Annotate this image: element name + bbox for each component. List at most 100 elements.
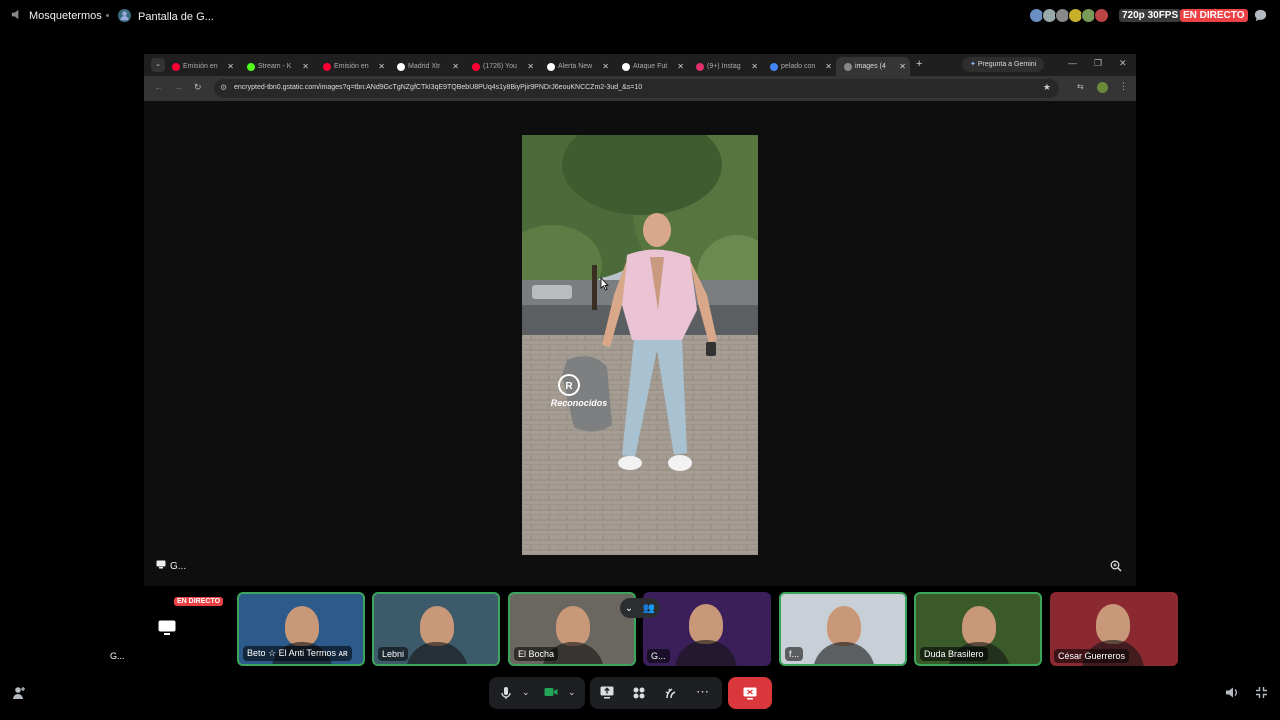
participant-body <box>813 642 875 664</box>
tab-close-icon[interactable]: ✕ <box>378 62 385 71</box>
tab-label: (9+) Instag <box>707 63 741 70</box>
browser-tab[interactable]: images (4 ✕ <box>836 57 910 76</box>
participant-tile[interactable]: f... <box>779 592 907 666</box>
close-window-icon[interactable]: ✕ <box>1119 58 1127 69</box>
tab-label: Stream - K <box>258 63 292 70</box>
tab-close-icon[interactable]: ✕ <box>899 62 906 71</box>
microphone-icon[interactable] <box>500 686 512 703</box>
forward-icon[interactable]: → <box>174 82 183 92</box>
back-icon[interactable]: ← <box>154 82 163 92</box>
participant-tile[interactable]: César Guerreros <box>1050 592 1178 666</box>
restore-icon[interactable]: ❐ <box>1094 58 1102 69</box>
participant-name: Beto ☆ El Anti Termos ᴀʀ <box>243 646 352 661</box>
separator-dot <box>106 14 109 17</box>
tab-favicon-icon <box>247 62 255 71</box>
tab-close-icon[interactable]: ✕ <box>825 62 832 71</box>
exit-fullscreen-icon[interactable] <box>1255 686 1268 704</box>
tab-close-icon[interactable]: ✕ <box>302 62 309 71</box>
soundboard-icon[interactable] <box>664 686 678 703</box>
participant-body <box>675 640 737 666</box>
zoom-icon[interactable] <box>1110 560 1122 575</box>
quality-badge: 720p 30FPS <box>1119 9 1182 22</box>
user-group-icon[interactable]: 👥 <box>643 603 655 614</box>
url-text: encrypted-tbn0.gstatic.com/images?q=tbn:… <box>234 84 643 91</box>
tab-label: Madrid Xtr <box>408 63 441 70</box>
screen-share-title[interactable]: Pantalla de G... <box>117 8 214 26</box>
address-bar[interactable]: ⚙ encrypted-tbn0.gstatic.com/images?q=tb… <box>214 79 1059 98</box>
activities-icon[interactable] <box>632 686 646 703</box>
stream-owner-tag: G... <box>156 560 186 572</box>
tab-label: pelado con <box>781 63 816 70</box>
browser-tab[interactable]: (1726) You ✕ <box>464 57 538 76</box>
bookmark-star-icon[interactable]: ★ <box>1043 82 1051 93</box>
participant-tile[interactable]: El Bocha <box>508 592 636 666</box>
tab-favicon-icon <box>472 62 480 71</box>
menu-icon[interactable]: ⋮ <box>1119 81 1128 92</box>
reload-icon[interactable]: ↻ <box>194 82 202 93</box>
screen-share-label: Pantalla de G... <box>138 11 214 23</box>
profile-avatar[interactable] <box>1097 82 1108 93</box>
tile-options-overlay[interactable]: ⌄ 👥 <box>620 598 660 618</box>
browser-tab[interactable]: Stream - K ✕ <box>239 57 313 76</box>
minimize-icon[interactable]: — <box>1068 58 1077 68</box>
invite-icon[interactable] <box>12 686 26 705</box>
participant-name: El Bocha <box>514 647 559 661</box>
more-options-icon[interactable]: ⋯ <box>696 684 709 700</box>
participant-name: G... <box>647 649 670 663</box>
participant-tile[interactable]: G... <box>643 592 771 666</box>
disconnect-button[interactable] <box>728 677 772 709</box>
browser-toolbar: ← → ↻ ⚙ encrypted-tbn0.gstatic.com/image… <box>144 76 1136 101</box>
new-tab-button[interactable]: + <box>916 58 922 70</box>
tab-favicon-icon <box>323 62 331 71</box>
tab-label: images (4 <box>855 63 886 70</box>
camera-options-chevron-icon[interactable]: ⌄ <box>568 687 576 698</box>
browser-tab[interactable]: Ataque Fut ✕ <box>614 57 688 76</box>
camera-icon[interactable] <box>544 686 558 701</box>
tab-close-icon[interactable]: ✕ <box>751 62 758 71</box>
participant-name: Lebni <box>378 647 409 661</box>
participant-face <box>556 606 590 646</box>
svg-text:R: R <box>565 381 573 392</box>
tab-favicon-icon <box>547 62 555 71</box>
participant-tile[interactable]: EN DIRECTO G... <box>102 592 230 666</box>
tab-close-icon[interactable]: ✕ <box>677 62 684 71</box>
participant-tile[interactable]: Beto ☆ El Anti Termos ᴀʀ <box>237 592 365 666</box>
browser-tab[interactable]: Madrid Xtr ✕ <box>389 57 463 76</box>
browser-tab-strip: ⌄ Emisión en ✕ Stream - K ✕ Emisión en ✕ Madri… <box>144 54 1136 76</box>
tab-close-icon[interactable]: ✕ <box>227 62 234 71</box>
participant-tile[interactable]: Lebni <box>372 592 500 666</box>
tab-search-icon[interactable]: ⌄ <box>151 58 165 72</box>
live-badge: EN DIRECTO <box>1180 9 1248 22</box>
voice-channel-title[interactable]: Mosquetermos <box>10 8 102 24</box>
tab-favicon-icon <box>696 62 704 71</box>
tab-close-icon[interactable]: ✕ <box>527 62 534 71</box>
screen-share-icon[interactable] <box>600 686 614 702</box>
browser-tab[interactable]: (9+) Instag ✕ <box>688 57 762 76</box>
displayed-image: R Reconocidos <box>522 135 758 555</box>
screen-icon <box>158 620 176 641</box>
tab-label: Ataque Fut <box>633 63 668 70</box>
participant-tile[interactable]: Duda Brasilero <box>914 592 1042 666</box>
tab-label: Alerta New <box>558 63 593 70</box>
participant-name: G... <box>106 649 129 663</box>
tab-close-icon[interactable]: ✕ <box>452 62 459 71</box>
chevron-down-icon[interactable]: ⌄ <box>625 603 633 614</box>
extensions-icon[interactable]: ⇆ <box>1077 82 1084 91</box>
browser-tab[interactable]: Emisión en ✕ <box>164 57 238 76</box>
tile-live-badge: EN DIRECTO <box>174 597 224 606</box>
browser-tab[interactable]: Alerta New ✕ <box>539 57 613 76</box>
user-avatar-icon <box>117 8 132 26</box>
tab-close-icon[interactable]: ✕ <box>602 62 609 71</box>
browser-tab[interactable]: Emisión en ✕ <box>315 57 389 76</box>
chat-icon[interactable] <box>1253 8 1268 28</box>
participant-face <box>827 606 861 646</box>
volume-icon[interactable] <box>1225 686 1239 704</box>
site-info-icon[interactable]: ⚙ <box>220 83 227 92</box>
viewer-avatars[interactable] <box>1029 8 1109 23</box>
browser-tab[interactable]: pelado con ✕ <box>762 57 836 76</box>
tab-label: (1726) You <box>483 63 517 70</box>
gemini-button[interactable]: ✦ Pregunta a Gemini <box>962 57 1045 72</box>
top-bar: Mosquetermos Pantalla de G... 720p 30FPS… <box>0 0 1280 32</box>
speaker-icon <box>10 8 23 24</box>
mic-options-chevron-icon[interactable]: ⌄ <box>522 687 530 698</box>
